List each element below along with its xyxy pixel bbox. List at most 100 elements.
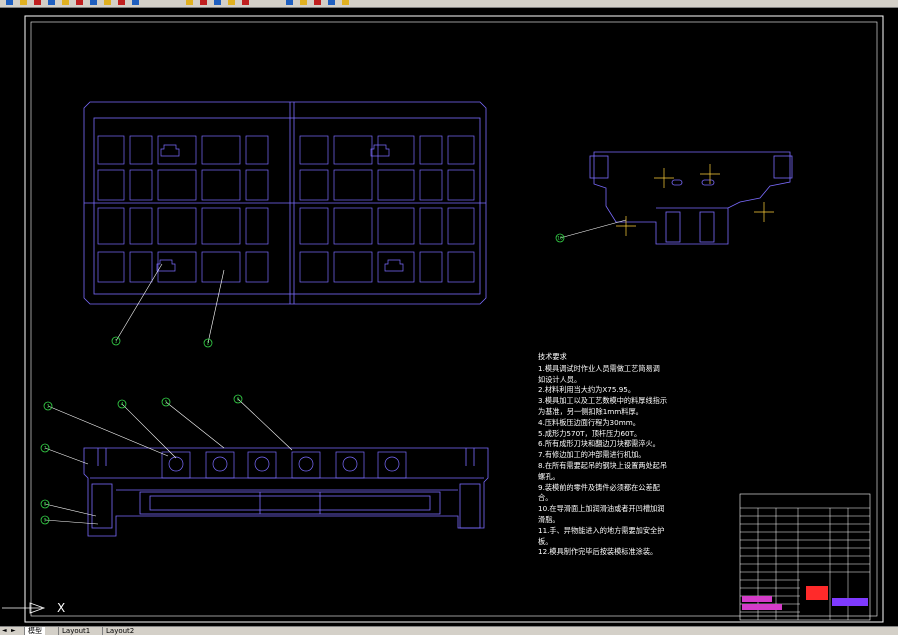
plan-view xyxy=(83,101,487,305)
plan-cell xyxy=(333,207,373,245)
balloon: 4 xyxy=(117,399,127,409)
print-icon-glyph xyxy=(34,0,41,5)
title-block-colored-cell xyxy=(832,598,868,606)
front-bosses xyxy=(161,451,407,479)
tech-req-lines: 1.模具调试时作业人员需做工艺简易调 如设计人员。 2.材料利用当大约为X75.95… xyxy=(538,364,708,558)
paste-icon-glyph xyxy=(90,0,97,5)
match-icon-glyph xyxy=(104,0,111,5)
plan-cell xyxy=(299,207,329,245)
save-icon-glyph xyxy=(20,0,27,5)
zoom-window-icon[interactable] xyxy=(212,0,223,6)
leader-line xyxy=(44,519,99,525)
tech-req-line: 2.材料利用当大约为X75.95。 xyxy=(538,385,636,395)
tech-req-line: 4.压料板压边面行程为30mm。 xyxy=(538,417,640,427)
guide-boss xyxy=(254,456,270,472)
balloon-label: 10 xyxy=(557,236,563,242)
drawing-frame xyxy=(24,15,884,623)
tech-req-line: 为基准，另一侧扣除1mm料厚。 xyxy=(538,406,643,416)
tech-req-line: 9.装模前的零件及铸件必须都在公差配 xyxy=(538,482,660,492)
zoom-icon[interactable] xyxy=(198,0,209,6)
plan-cell xyxy=(299,135,329,165)
help-icon[interactable] xyxy=(340,0,351,6)
plan-cell xyxy=(97,251,125,283)
balloon-label: 3 xyxy=(47,404,50,410)
plan-cell xyxy=(129,207,153,245)
plan-pocket xyxy=(160,144,180,157)
pan-icon[interactable] xyxy=(184,0,195,6)
plan-cell xyxy=(245,251,269,283)
designcenter-icon[interactable] xyxy=(284,0,295,6)
crosshair xyxy=(700,164,720,184)
title-block-colored-cell xyxy=(742,604,782,610)
technical-requirements: 技术要求 1.模具调试时作业人员需做工艺简易调 如设计人员。 2.材料利用当大约为X… xyxy=(538,352,708,558)
plan-pocket xyxy=(384,259,404,272)
balloon-label: 2 xyxy=(207,341,210,347)
plan-cell xyxy=(129,135,153,165)
undo-icon[interactable] xyxy=(116,0,127,6)
properties-icon[interactable] xyxy=(240,0,251,6)
tech-req-line: 滑脂。 xyxy=(538,514,560,524)
zoom-prev-icon[interactable] xyxy=(226,0,237,6)
plan-cell xyxy=(157,207,197,245)
markup-icon[interactable] xyxy=(312,0,323,6)
copy-icon-glyph xyxy=(76,0,83,5)
boss-block xyxy=(291,451,321,479)
redo-icon[interactable] xyxy=(130,0,141,6)
match-icon[interactable] xyxy=(102,0,113,6)
plan-cell xyxy=(245,135,269,165)
copy-icon[interactable] xyxy=(74,0,85,6)
tech-req-line: 5.成形力570T，顶杆压力60T。 xyxy=(538,428,642,438)
tech-req-line: 1.模具调试时作业人员需做工艺简易调 xyxy=(538,363,660,373)
calc-icon[interactable] xyxy=(326,0,337,6)
plan-cell xyxy=(245,207,269,245)
ucs-x-label: X xyxy=(57,601,65,615)
tech-req-line: 7.有修边加工的冲部需进行机加。 xyxy=(538,450,646,460)
crosshair xyxy=(616,216,636,236)
ucs-icon: X xyxy=(2,601,65,615)
title-block-colored-cells xyxy=(742,586,868,610)
guide-boss xyxy=(298,456,314,472)
toolpalette-icon[interactable] xyxy=(298,0,309,6)
balloon: 1 xyxy=(111,336,121,346)
tech-req-line: 3.模具加工以及工艺数模中的料厚线指示 xyxy=(538,396,668,406)
side-view xyxy=(589,151,793,245)
pan-icon-glyph xyxy=(186,0,193,5)
drawing-canvas[interactable]: 1 2 3 4 5 6 7 8 9 10 xyxy=(0,8,898,626)
help-icon-glyph xyxy=(342,0,349,5)
front-view xyxy=(83,447,489,537)
guide-boss xyxy=(212,456,228,472)
title-block-colored-cell xyxy=(742,596,772,602)
plan-cell xyxy=(157,169,197,201)
balloon: 8 xyxy=(40,499,50,509)
save-icon[interactable] xyxy=(18,0,29,6)
tech-req-line: 12.模具制作完毕后按装模标准涂装。 xyxy=(538,547,658,557)
plan-cell xyxy=(333,135,373,165)
cut-icon[interactable] xyxy=(60,0,71,6)
tech-req-line: 螺孔。 xyxy=(538,471,560,481)
plan-cell xyxy=(201,251,241,283)
boss-block xyxy=(335,451,365,479)
tech-req-heading: 技术要求 xyxy=(538,352,567,361)
tech-req-line: 8.在所有需要起吊的钢块上设置两处起吊 xyxy=(538,460,668,470)
plan-cell xyxy=(419,207,443,245)
tech-req-line: 如设计人员。 xyxy=(538,374,582,384)
print-icon[interactable] xyxy=(32,0,43,6)
balloon: 5 xyxy=(161,397,171,407)
zoom-prev-icon-glyph xyxy=(228,0,235,5)
plan-cell xyxy=(201,169,241,201)
leader-line xyxy=(121,403,177,459)
preview-icon[interactable] xyxy=(46,0,57,6)
balloon: 7 xyxy=(40,443,50,453)
plan-cell xyxy=(201,135,241,165)
open-icon[interactable] xyxy=(4,0,15,6)
plan-cell xyxy=(333,169,373,201)
balloon: 6 xyxy=(233,394,243,404)
paste-icon[interactable] xyxy=(88,0,99,6)
plan-cell xyxy=(447,169,475,201)
balloon-label: 4 xyxy=(121,402,124,408)
guide-boss xyxy=(168,456,184,472)
plan-cells xyxy=(97,135,475,283)
plan-cell xyxy=(129,251,153,283)
plan-cell xyxy=(201,207,241,245)
plan-cell xyxy=(419,135,443,165)
